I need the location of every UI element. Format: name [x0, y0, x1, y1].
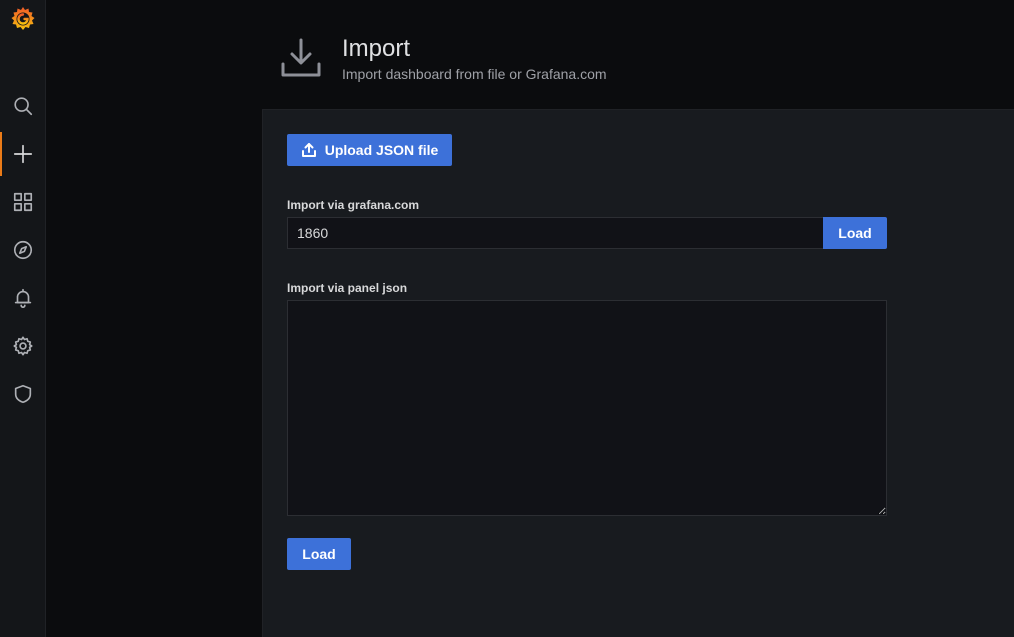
- upload-icon: [301, 143, 316, 157]
- panel-json-load-button[interactable]: Load: [287, 538, 351, 570]
- nav-item-search[interactable]: [0, 82, 45, 130]
- shield-icon: [14, 384, 31, 404]
- sidebar: [0, 0, 46, 637]
- grafana-load-button[interactable]: Load: [823, 217, 887, 249]
- compass-icon: [13, 240, 32, 260]
- upload-json-label: Upload JSON file: [324, 142, 439, 158]
- grafana-dashboard-id-input[interactable]: [287, 217, 823, 249]
- search-icon: [13, 97, 32, 116]
- grafana-app: Import Import dashboard from file or Gra…: [0, 0, 1014, 637]
- nav-item-dashboards[interactable]: [0, 178, 45, 226]
- plus-icon: [13, 144, 32, 164]
- upload-json-button[interactable]: Upload JSON file: [287, 134, 452, 166]
- nav-item-explore[interactable]: [0, 226, 45, 274]
- page-title: Import: [342, 35, 411, 62]
- bell-icon: [14, 288, 31, 308]
- download-icon: [279, 36, 323, 80]
- panel-json-label: Import via panel json: [287, 281, 408, 295]
- nav-item-server-admin[interactable]: [0, 370, 45, 418]
- nav-item-alerting[interactable]: [0, 274, 45, 322]
- panel-json-textarea[interactable]: [287, 300, 887, 516]
- gear-icon: [12, 336, 33, 356]
- nav-item-create[interactable]: [0, 130, 45, 178]
- nav-item-configuration[interactable]: [0, 322, 45, 370]
- dashboards-grid-icon: [13, 192, 32, 212]
- page-subtitle: Import dashboard from file or Grafana.co…: [342, 66, 607, 82]
- grafana-logo-icon[interactable]: [9, 5, 37, 33]
- grafana-import-label: Import via grafana.com: [287, 198, 420, 212]
